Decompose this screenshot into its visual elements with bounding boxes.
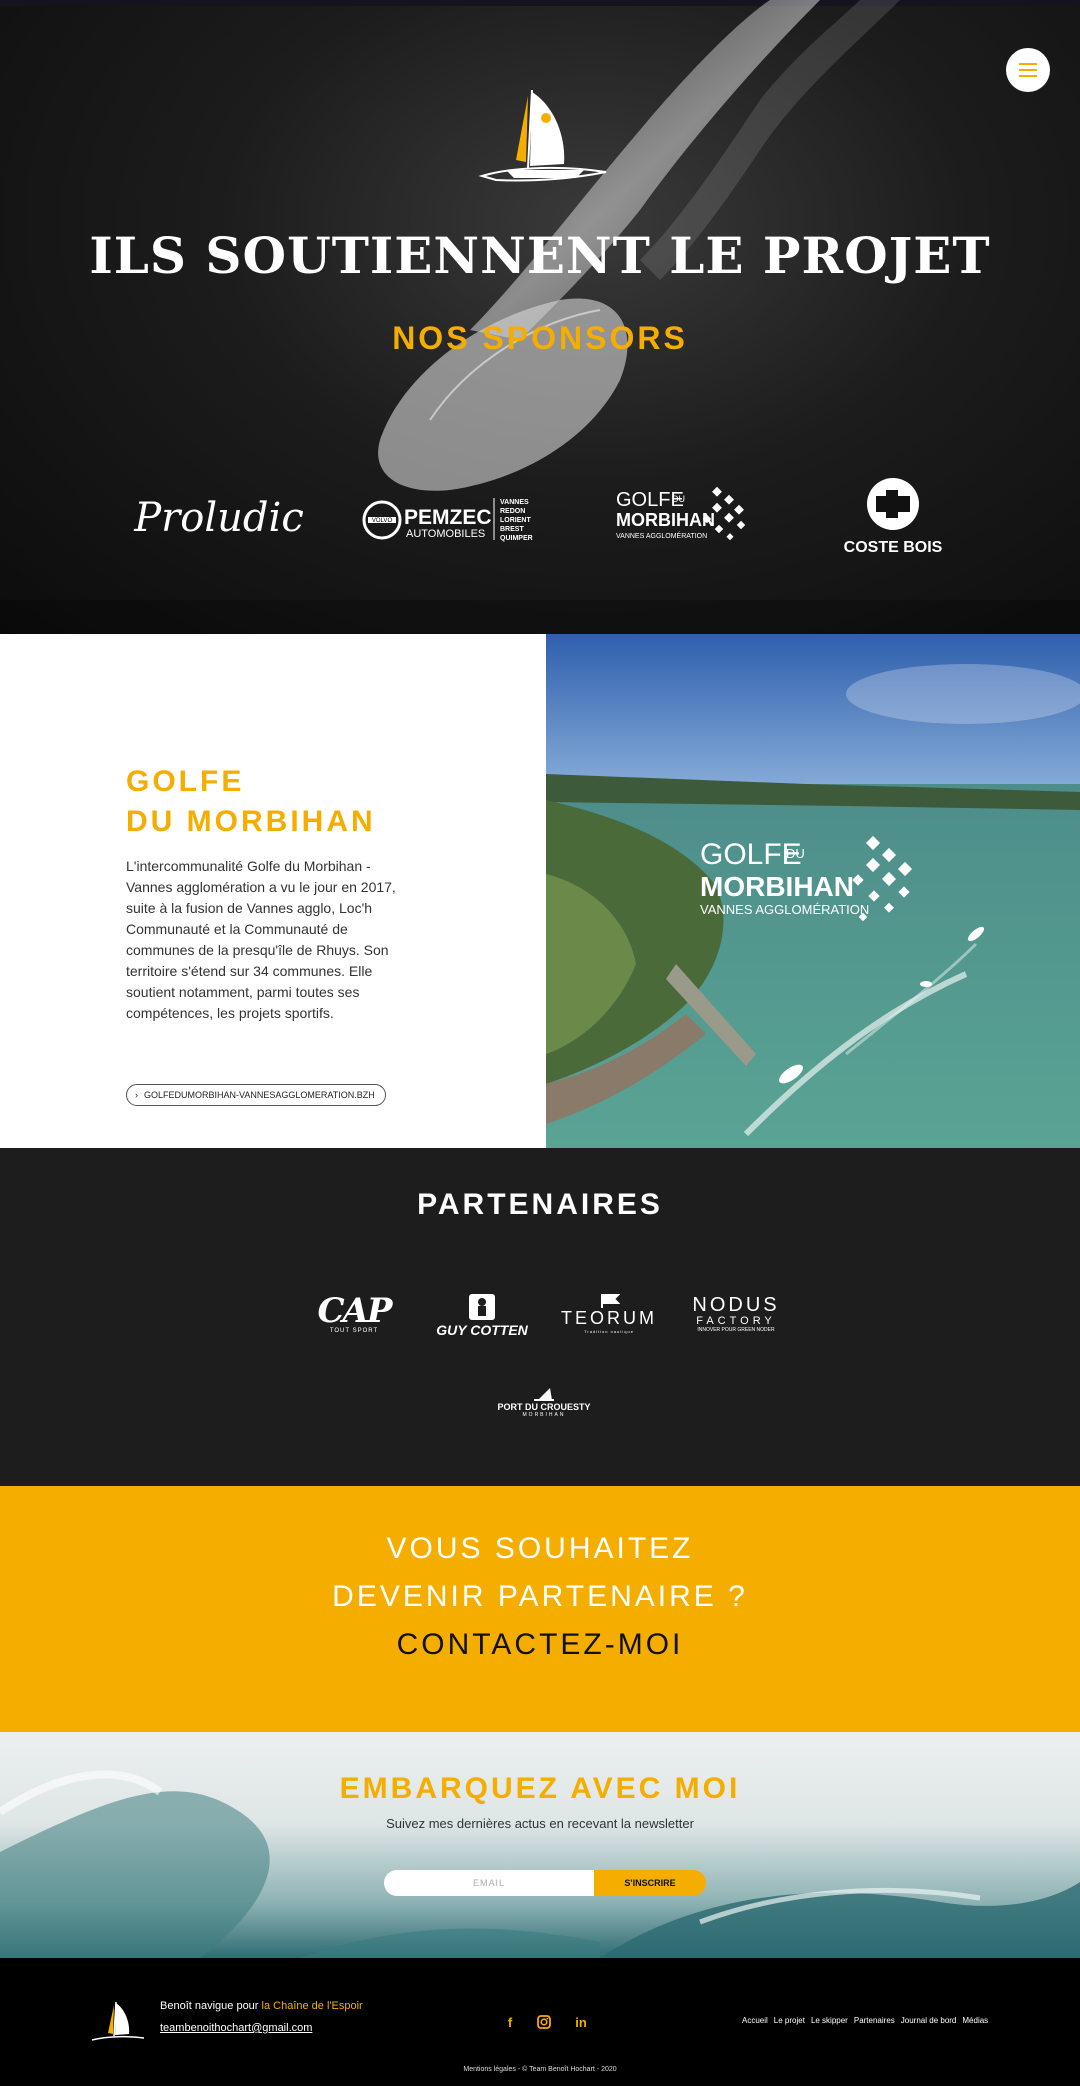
- cta-line1: VOUS SOUHAITEZ: [386, 1532, 694, 1565]
- partner-teorum-logo[interactable]: TEORUM Tradition nautique: [561, 1290, 657, 1338]
- newsletter-title: EMBARQUEZ AVEC MOI: [339, 1772, 741, 1805]
- footer-tagline: Benoît navigue pour la Chaîne de l'Espoi…: [160, 2000, 363, 2012]
- chevron-right-icon: ›: [135, 1090, 138, 1100]
- partners-title: PARTENAIRES: [417, 1188, 663, 1221]
- coste-bois-mark: COSTE BOIS: [844, 478, 943, 556]
- golfe-mark: GOLFE DU MORBIHAN VANNES AGGLOMÉRATION: [616, 486, 746, 541]
- email-input[interactable]: [384, 1870, 594, 1896]
- teorum-tagline: Tradition nautique: [584, 1329, 634, 1334]
- city-brest: BREST: [500, 526, 524, 533]
- partner-cap-logo[interactable]: CAP TOUT SPORT: [310, 1290, 398, 1338]
- guy-cotten-text: GUY COTTEN: [436, 1322, 528, 1338]
- hamburger-line: [1019, 69, 1037, 71]
- city-vannes: VANNES: [500, 499, 529, 506]
- footer-nav-partenaires[interactable]: Partenaires: [854, 2016, 895, 2025]
- sponsor-pemzec-logo[interactable]: VOLVO PEMZEC AUTOMOBILES VANNES REDON LO…: [360, 490, 546, 550]
- sponsor-coste-bois-logo[interactable]: COSTE BOIS: [838, 476, 948, 560]
- sail-icon: [534, 1388, 554, 1401]
- overlay-morbihan-text: MORBIHAN: [700, 871, 854, 902]
- sponsor-name: Proludic: [134, 495, 304, 541]
- feature-title-line2: DU MORBIHAN: [126, 805, 376, 838]
- volvo-text: VOLVO: [372, 518, 393, 524]
- feature-title-line1: GOLFE: [126, 765, 245, 798]
- du-text: DU: [672, 494, 685, 504]
- team-boat-logo: [478, 89, 607, 182]
- footer-boat-logo: [91, 2001, 145, 2041]
- nodus-text: NODUS: [692, 1294, 780, 1316]
- chaine-espoir-link[interactable]: la Chaîne de l'Espoir: [262, 2000, 363, 2012]
- partner-guy-cotten-logo[interactable]: GUY COTTEN: [434, 1288, 530, 1342]
- linkedin-icon[interactable]: in: [572, 2014, 590, 2030]
- hero-section: ILS SOUTIENNENT LE PROJET NOS SPONSORS P…: [0, 0, 1080, 634]
- newsletter-section: [0, 1732, 1080, 1958]
- automobiles-text: AUTOMOBILES: [406, 528, 485, 540]
- overlay-agglo-text: VANNES AGGLOMÉRATION: [700, 902, 869, 917]
- instagram-glyph: [537, 2015, 551, 2029]
- feature-title: GOLFE DU MORBIHAN: [126, 762, 466, 842]
- guy-cotten-mark: [469, 1294, 495, 1320]
- agglo-text: VANNES AGGLOMÉRATION: [616, 531, 707, 540]
- cap-text: CAP: [317, 1291, 392, 1331]
- morbihan-text: MORBIHAN: [616, 510, 715, 530]
- factory-text: FACTORY: [696, 1315, 776, 1327]
- teorum-text: TEORUM: [561, 1308, 657, 1328]
- footer-nav-journal[interactable]: Journal de bord: [901, 2016, 957, 2025]
- menu-button[interactable]: [1006, 48, 1050, 92]
- feature-description: L'intercommunalité Golfe du Morbihan - V…: [126, 858, 396, 1021]
- feature-website-link[interactable]: › GOLFEDUMORBIHAN-VANNESAGGLOMERATION.BZ…: [126, 1084, 386, 1106]
- sponsor-proludic-logo[interactable]: Proludic: [124, 478, 314, 558]
- pemzec-mark: VOLVO PEMZEC AUTOMOBILES VANNES REDON LO…: [362, 498, 533, 542]
- cta-line2: DEVENIR PARTENAIRE ?: [332, 1580, 748, 1613]
- footer-nav-skipper[interactable]: Le skipper: [811, 2016, 848, 2025]
- coste-bois-text: COSTE BOIS: [844, 539, 943, 556]
- page-title: ILS SOUTIENNENT LE PROJET: [89, 226, 991, 285]
- partner-port-crouesty-logo[interactable]: PORT DU CROUESTY MORBIHAN: [496, 1380, 592, 1424]
- port-crouesty-tagline: MORBIHAN: [522, 1412, 566, 1418]
- golfe-overlay-logo: GOLFE DU MORBIHAN VANNES AGGLOMÉRATION: [700, 830, 940, 950]
- golfe-overlay-mark: GOLFE DU MORBIHAN VANNES AGGLOMÉRATION: [700, 835, 913, 922]
- partner-nodus-factory-logo[interactable]: NODUS FACTORY INNOVER POUR GREEN NODER: [688, 1290, 784, 1338]
- newsletter-subtitle: Suivez mes dernières actus en recevant l…: [386, 1816, 694, 1831]
- footer-nav-projet[interactable]: Le projet: [774, 2016, 805, 2025]
- footer-nav-accueil[interactable]: Accueil: [742, 2016, 768, 2025]
- city-quimper: QUIMPER: [500, 535, 533, 542]
- hamburger-line: [1019, 63, 1037, 65]
- overlay-du-text: DU: [786, 846, 805, 861]
- city-lorient: LORIENT: [500, 517, 531, 524]
- instagram-icon[interactable]: [536, 2014, 552, 2030]
- sponsors-subtitle: NOS SPONSORS: [392, 320, 688, 356]
- nodus-tagline: INNOVER POUR GREEN NODER: [697, 1327, 775, 1333]
- hamburger-line: [1019, 75, 1037, 77]
- footer-legal[interactable]: Mentions légales - © Team Benoît Hochart…: [0, 2066, 1080, 2073]
- feature-link-label: GOLFEDUMORBIHAN-VANNESAGGLOMERATION.BZH: [144, 1090, 375, 1100]
- city-redon: REDON: [500, 508, 525, 515]
- port-crouesty-text: PORT DU CROUESTY: [497, 1402, 591, 1412]
- footer-nav-medias[interactable]: Médias: [962, 2016, 988, 2025]
- footer-navigation: Accueil Le projet Le skipper Partenaires…: [742, 2016, 988, 2025]
- facebook-icon[interactable]: f: [502, 2014, 518, 2030]
- sponsor-golfe-morbihan-logo[interactable]: GOLFE DU MORBIHAN VANNES AGGLOMÉRATION: [614, 482, 754, 554]
- subscribe-button[interactable]: S'INSCRIRE: [594, 1870, 706, 1896]
- footer-text: Benoît navigue pour: [160, 2000, 262, 2012]
- footer-email-link[interactable]: teambenoithochart@gmail.com: [160, 2022, 312, 2034]
- wave-background: [0, 1770, 1080, 1958]
- contact-me-link[interactable]: CONTACTEZ-MOI: [0, 1628, 1080, 1662]
- pemzec-text: PEMZEC: [404, 506, 492, 529]
- cap-tagline: TOUT SPORT: [329, 1328, 379, 1334]
- flag-icon: [601, 1294, 620, 1308]
